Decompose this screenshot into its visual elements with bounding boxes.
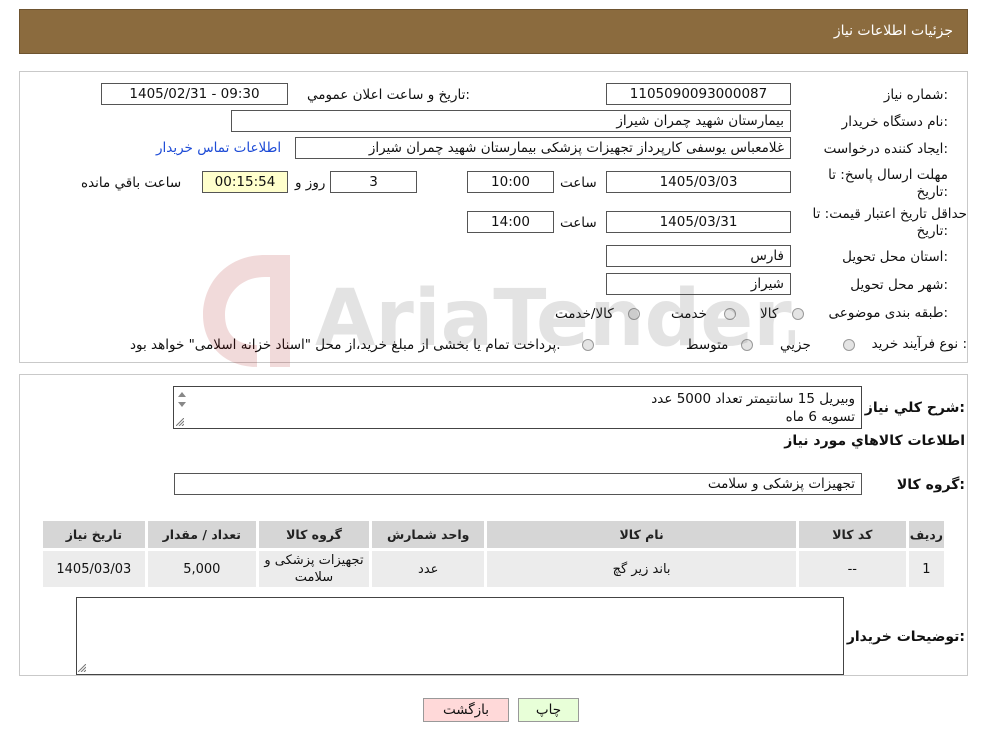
process-medium-radio[interactable] [741,339,753,351]
buyer-notes-textarea[interactable] [76,597,844,675]
remaining-label: ساعت باقي مانده [81,175,182,191]
col-qty: تعداد / مقدار [144,518,259,551]
cell-unit: عدد [369,548,488,590]
col-date: تاریخ نیاز [40,518,148,551]
process-minor-radio[interactable] [843,339,855,351]
resize-grip-icon[interactable] [176,418,184,426]
category-service-radio[interactable] [724,308,736,320]
goods-panel: شرح كلي نياز: وبیریل 15 سانتیمتر تعداد 5… [19,374,968,676]
validity-label: حداقل تاریخ اعتبار قیمت: تا [812,206,967,222]
need-number-label: شماره نیاز: [883,87,948,103]
process-label: نوع فرآیند خرید : [871,336,967,352]
deadline-time-label: ساعت [560,175,597,191]
description-textarea[interactable]: وبیریل 15 سانتیمتر تعداد 5000 عدد تسویه … [173,386,862,429]
city-label: شهر محل تحویل: [850,277,948,293]
days-label: روز و [295,175,326,191]
category-goods-label: کالا [760,306,779,322]
goods-group-field: تجهیزات پزشکی و سلامت [174,473,862,495]
goods-group-label: گروه كالا: [896,477,965,493]
description-line-1: وبیریل 15 سانتیمتر تعداد 5000 عدد [651,391,855,407]
scroll-arrows-icon[interactable] [176,390,188,410]
table-row: 1 -- باند زیر گچ عدد تجهیزات پزشکی و سلا… [40,548,948,590]
resize-grip-icon[interactable] [78,664,86,672]
goods-section-title: اطلاعات كالاهاي مورد نياز [784,433,965,449]
validity-time-field: 14:00 [467,211,554,233]
cell-qty: 5,000 [144,548,259,590]
requester-label: ایجاد کننده درخواست: [823,141,948,157]
cell-group: تجهیزات پزشکی و سلامت [255,548,373,590]
treasury-note: پرداخت تمام یا بخشی از مبلغ خرید،از محل … [130,337,561,353]
deadline-label: مهلت ارسال پاسخ: تا [828,167,948,183]
category-goods-radio[interactable] [792,308,804,320]
table-header-row: رديف كد كالا نام كالا واحد شمارش گروه كا… [40,518,948,551]
goods-table: رديف كد كالا نام كالا واحد شمارش گروه كا… [40,518,948,590]
col-row: رديف [905,518,948,551]
need-info-panel: شماره نیاز: 1105090093000087 تاریخ و ساع… [19,71,968,363]
col-unit: واحد شمارش [369,518,488,551]
cell-name: باند زیر گچ [484,548,799,590]
cell-code: -- [795,548,909,590]
col-name: نام كالا [484,518,799,551]
buyer-org-label: نام دستگاه خریدار: [841,114,948,130]
page-title: جزئیات اطلاعات نیاز [833,23,953,39]
buyer-org-field: بیمارستان شهید چمران شیراز [231,110,791,132]
validity-label-2: تاریخ: [916,223,948,239]
province-label: استان محل تحویل: [842,249,948,265]
deadline-label-2: تاریخ: [916,184,948,200]
page-header: جزئیات اطلاعات نیاز [19,9,968,54]
description-label: شرح كلي نياز: [864,400,965,416]
print-button[interactable]: چاپ [518,698,579,722]
description-line-2: تسویه 6 ماه [785,409,855,425]
city-field: شیراز [606,273,791,295]
category-service-label: خدمت [671,306,707,322]
category-label: طبقه بندی موضوعی: [828,305,948,321]
province-field: فارس [606,245,791,267]
treasury-checkbox[interactable] [582,339,594,351]
days-field: 3 [330,171,417,193]
cell-date: 1405/03/03 [40,548,148,590]
remaining-time-field: 00:15:54 [202,171,288,193]
buyer-notes-label: توضیحات خریدار: [846,629,965,645]
validity-time-label: ساعت [560,215,597,231]
deadline-date-field: 1405/03/03 [606,171,791,193]
announce-label: تاریخ و ساعت اعلان عمومي: [307,87,470,103]
process-medium-label: متوسط [686,337,729,353]
process-minor-label: جزيي [780,337,811,353]
back-button[interactable]: بازگشت [423,698,509,722]
requester-field: غلامعباس یوسفی کارپرداز تجهیزات پزشکی بی… [295,137,791,159]
validity-date-field: 1405/03/31 [606,211,791,233]
announce-field: 1405/02/31 - 09:30 [101,83,288,105]
need-number-field: 1105090093000087 [606,83,791,105]
deadline-time-field: 10:00 [467,171,554,193]
col-code: كد كالا [795,518,909,551]
cell-row: 1 [905,548,948,590]
col-group: گروه كالا [255,518,373,551]
buyer-contact-link[interactable]: اطلاعات تماس خریدار [156,140,281,156]
category-both-radio[interactable] [628,308,640,320]
category-both-label: کالا/خدمت [555,306,614,322]
